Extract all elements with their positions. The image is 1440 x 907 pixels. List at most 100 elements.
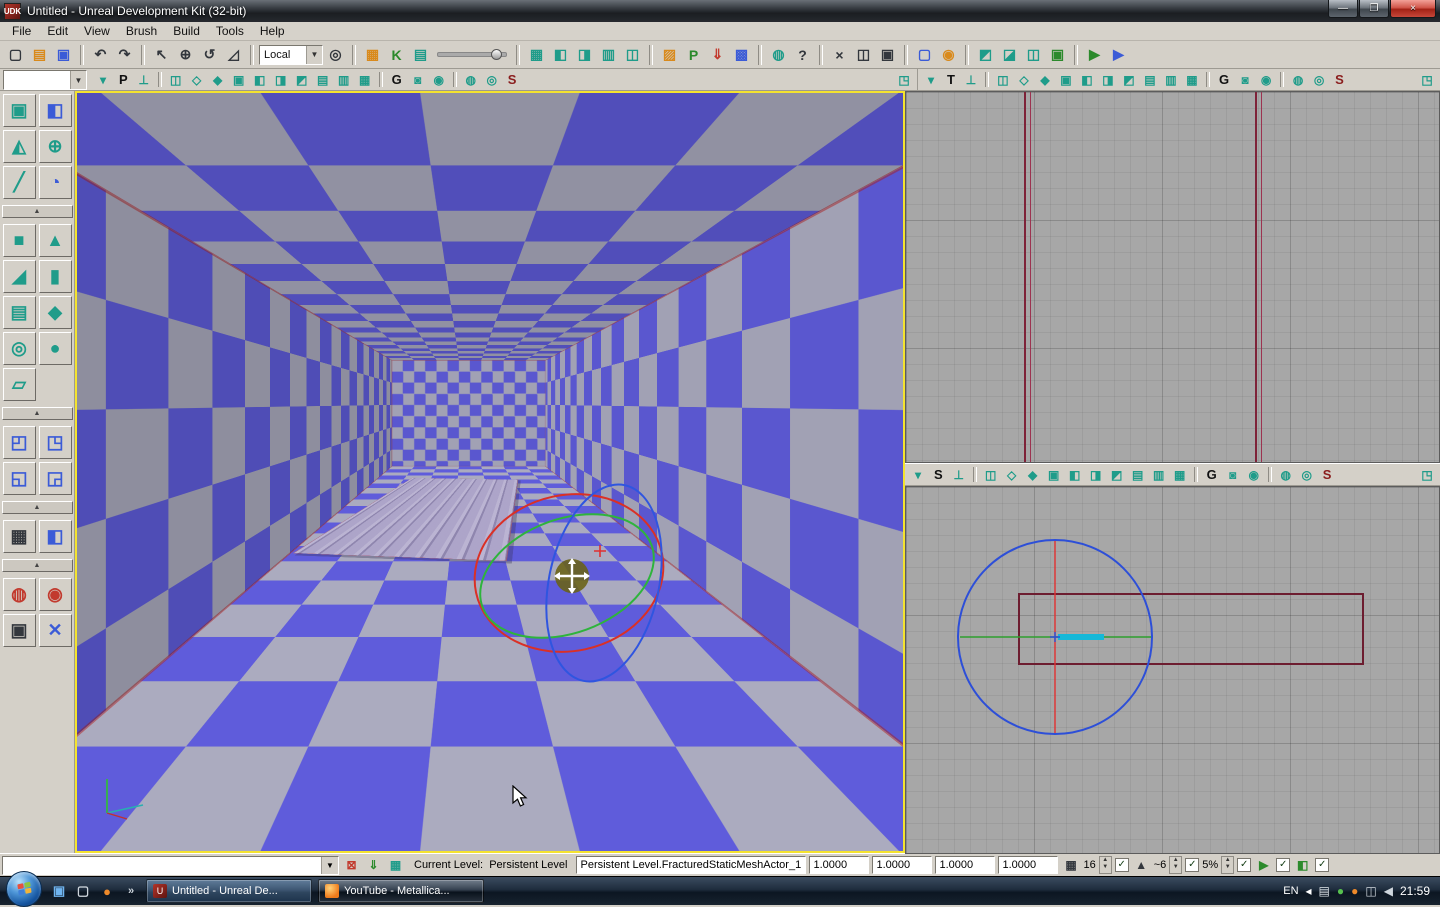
build-all-icon[interactable]: ▣ xyxy=(1046,43,1069,66)
open-map-icon[interactable]: ▤ xyxy=(28,43,51,66)
sphere-brush-button[interactable]: ● xyxy=(38,332,72,365)
maximize-viewport-icon[interactable]: ▾ xyxy=(908,465,928,484)
menu-tools[interactable]: Tools xyxy=(208,23,252,39)
player-start-icon[interactable]: ◉ xyxy=(937,43,960,66)
light-complexity-icon[interactable]: ◩ xyxy=(292,70,312,89)
browser-tray-icon[interactable]: ● xyxy=(1351,885,1358,897)
tray-expand-icon[interactable]: ◂ xyxy=(1306,885,1312,897)
actor-lock-icon[interactable]: ◎ xyxy=(1309,70,1329,89)
level-browser-icon[interactable]: ▥ xyxy=(597,43,620,66)
static-mesh-mode-button[interactable]: ◔ xyxy=(38,166,72,199)
actor-classes-icon[interactable]: ◧ xyxy=(549,43,572,66)
toolbox-separator[interactable]: ▲ xyxy=(1,501,73,514)
drawscale-field[interactable]: 1.0000 xyxy=(998,856,1059,874)
keyboard-tray-icon[interactable]: ▤ xyxy=(1319,885,1330,897)
maximize-viewport-icon[interactable]: ▾ xyxy=(93,70,113,89)
publish-cook-icon[interactable]: P xyxy=(682,43,705,66)
perspective-viewport[interactable] xyxy=(75,91,905,853)
spiral-staircase-brush-button[interactable]: ◎ xyxy=(2,332,36,365)
transform-gizmo[interactable] xyxy=(429,448,719,718)
menu-view[interactable]: View xyxy=(76,23,118,39)
brush-wireframe-icon[interactable]: ◫ xyxy=(981,465,1001,484)
geometry-mode-button[interactable]: ◧ xyxy=(38,94,72,127)
flag-checkbox[interactable]: ✓ xyxy=(1276,858,1291,872)
redo-icon[interactable]: ↷ xyxy=(113,43,136,66)
brush-wireframe-icon[interactable]: ◫ xyxy=(993,70,1013,89)
unlit-icon[interactable]: ◆ xyxy=(1035,70,1055,89)
quicklaunch-desktop-icon[interactable]: ▢ xyxy=(72,880,94,902)
cook-download-icon[interactable]: ⇓ xyxy=(706,43,729,66)
actor-search-combo[interactable]: ▼ xyxy=(2,855,339,875)
linear-staircase-brush-button[interactable]: ▤ xyxy=(2,296,36,329)
title-bar[interactable]: UDK Untitled - Unreal Development Kit (3… xyxy=(0,0,1440,22)
realtime-icon[interactable]: ⊥ xyxy=(134,70,154,89)
update-tray-icon[interactable]: ● xyxy=(1337,885,1344,897)
wireframe-icon[interactable]: ◇ xyxy=(1002,465,1022,484)
taskbar-task-youtube[interactable]: YouTube - Metallica... xyxy=(318,879,484,903)
split-tool-button[interactable]: ✕ xyxy=(38,614,72,647)
quicklaunch-overflow-icon[interactable]: » xyxy=(120,880,142,902)
autosave-checkbox[interactable]: ✓ xyxy=(1237,858,1252,872)
game-view-toggle[interactable]: G xyxy=(1202,467,1222,482)
texture-density-icon[interactable]: ▤ xyxy=(1128,465,1148,484)
chevron-down-icon[interactable]: ▼ xyxy=(306,45,322,64)
clear-search-icon[interactable]: ⊠ xyxy=(342,856,361,875)
volume-tray-icon[interactable]: ◀ xyxy=(1384,885,1393,897)
csg-deintersect-button[interactable]: ◲ xyxy=(38,462,72,495)
cut-icon[interactable]: × xyxy=(828,43,851,66)
toolbox-separator[interactable]: ▲ xyxy=(1,559,73,572)
attachment-browser-icon[interactable]: ◫ xyxy=(621,43,644,66)
menu-file[interactable]: File xyxy=(4,23,39,39)
search-actors-icon[interactable]: ◎ xyxy=(324,43,347,66)
rotation-grid-spinner[interactable]: ▲ ▼ xyxy=(1169,856,1183,874)
unlit-icon[interactable]: ◆ xyxy=(208,70,228,89)
scale-mode-icon[interactable]: ◿ xyxy=(222,43,245,66)
capped-cylinder-brush-button[interactable]: ◉ xyxy=(38,578,72,611)
unlit-icon[interactable]: ◆ xyxy=(1023,465,1043,484)
level-streaming-icon[interactable]: ▦ xyxy=(386,856,405,875)
package-flag-icon[interactable]: ◧ xyxy=(1293,856,1312,875)
toolbox-tab-combo[interactable]: ▼ xyxy=(3,70,87,90)
rotate-mode-icon[interactable]: ↺ xyxy=(198,43,221,66)
add-volume-button[interactable]: ◧ xyxy=(38,520,72,553)
camera-icon[interactable]: ▢ xyxy=(913,43,936,66)
cone-brush-button[interactable]: ▲ xyxy=(38,224,72,257)
csg-intersect-button[interactable]: ◱ xyxy=(2,462,36,495)
wireframe-icon[interactable]: ◇ xyxy=(1014,70,1034,89)
light-complexity-icon[interactable]: ◩ xyxy=(1119,70,1139,89)
top-viewport[interactable] xyxy=(905,91,1440,463)
quicklaunch-explorer-icon[interactable]: ▣ xyxy=(48,880,70,902)
chevron-down-icon[interactable]: ▼ xyxy=(70,71,86,89)
scene-manager-icon[interactable]: ▤ xyxy=(409,43,432,66)
card-brush-button[interactable]: ▱ xyxy=(2,368,36,401)
build-lighting-icon[interactable]: ◪ xyxy=(998,43,1021,66)
texture-density-icon[interactable]: ▤ xyxy=(1140,70,1160,89)
view-type-label[interactable]: P xyxy=(114,72,133,87)
wireframe-icon[interactable]: ◇ xyxy=(187,70,207,89)
autosave-spinner[interactable]: ▲ ▼ xyxy=(1221,856,1235,874)
slider-knob[interactable] xyxy=(491,49,502,60)
lightmap-density-icon[interactable]: ▦ xyxy=(355,70,375,89)
menu-edit[interactable]: Edit xyxy=(39,23,76,39)
side-viewport[interactable] xyxy=(905,486,1440,854)
random-seed-icon[interactable]: ▩ xyxy=(730,43,753,66)
lock-viewport-icon[interactable]: ◙ xyxy=(408,70,428,89)
shader-complexity-icon[interactable]: ▥ xyxy=(334,70,354,89)
actor-lock-icon[interactable]: ◎ xyxy=(482,70,502,89)
lathe-brush-button[interactable]: ◍ xyxy=(2,578,36,611)
sheet-brush-button[interactable]: ◆ xyxy=(38,296,72,329)
cube-brush-button[interactable]: ■ xyxy=(2,224,36,257)
goto-actor-icon[interactable]: ⇓ xyxy=(364,856,383,875)
lighting-only-icon[interactable]: ◨ xyxy=(271,70,291,89)
cylinder-brush-button[interactable]: ▮ xyxy=(38,260,72,293)
camera-socket-icon[interactable]: ◍ xyxy=(1276,465,1296,484)
far-clip-slider[interactable] xyxy=(437,46,507,64)
camera-mode-button[interactable]: ▣ xyxy=(2,94,36,127)
squint-toggle[interactable]: S xyxy=(1318,467,1337,482)
lock-viewport-icon[interactable]: ◙ xyxy=(1223,465,1243,484)
shader-complexity-icon[interactable]: ▥ xyxy=(1161,70,1181,89)
content-browser-icon[interactable]: ▦ xyxy=(361,43,384,66)
lighting-only-icon[interactable]: ◨ xyxy=(1098,70,1118,89)
drag-grid-spinner[interactable]: ▲ ▼ xyxy=(1098,856,1112,874)
copy-icon[interactable]: ◫ xyxy=(852,43,875,66)
